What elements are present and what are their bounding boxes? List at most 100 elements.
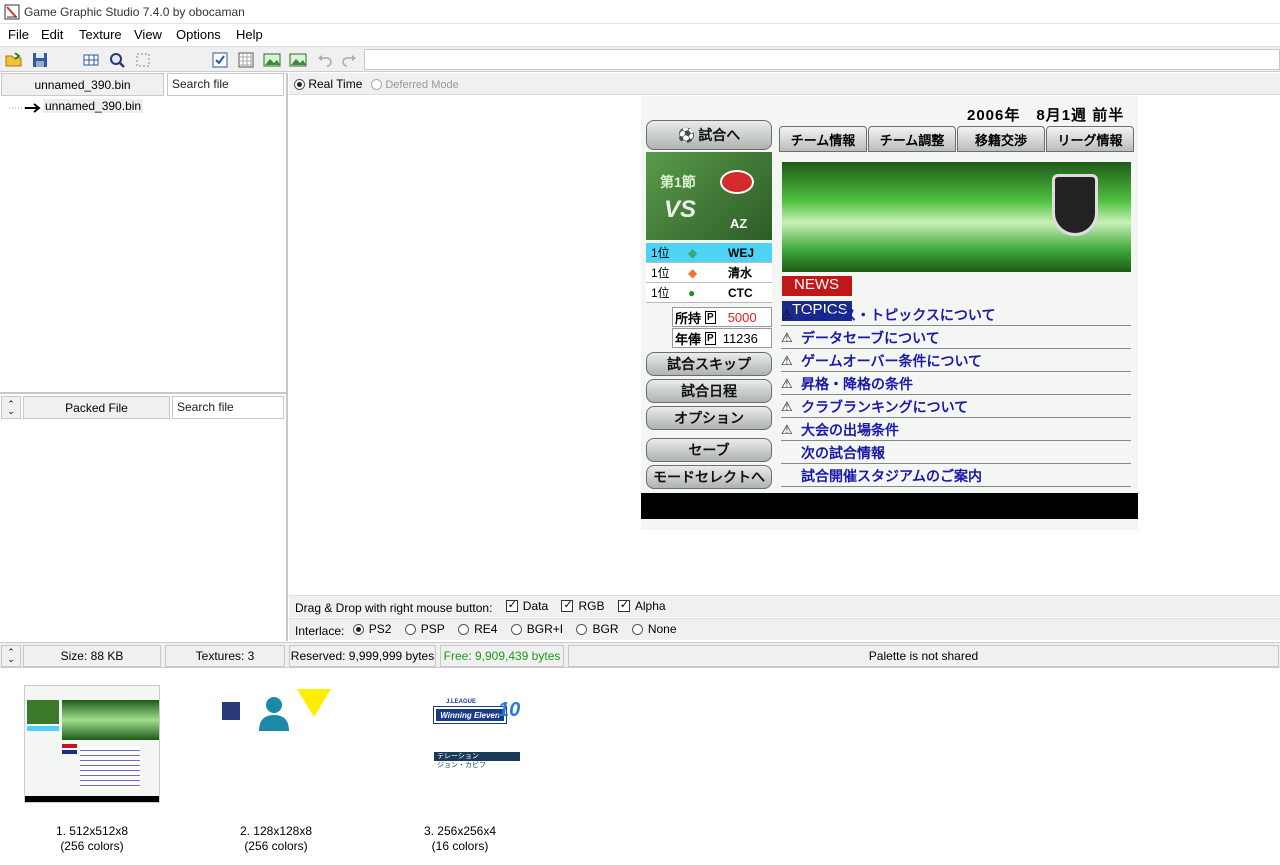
- status-textures: Textures: 3: [165, 645, 285, 667]
- dragdrop-bar: Drag & Drop with right mouse button: Dat…: [289, 595, 1280, 617]
- rank-row: 1位 ◆ 清水: [646, 263, 772, 283]
- search-file-input-bottom[interactable]: Search file: [172, 396, 284, 419]
- image-export-icon[interactable]: [263, 51, 281, 69]
- texture-preview: 2006年 8月1週 前半 ⚽ 試合へ チーム情報 チーム調整 移籍交渉 リーグ情…: [641, 96, 1138, 530]
- menu-options[interactable]: Options: [176, 27, 221, 42]
- collapse-toggle-bottom[interactable]: ⌃ ⌄: [1, 645, 21, 667]
- horizontal-splitter[interactable]: [0, 392, 286, 394]
- game-bottom-bar: [641, 493, 1138, 519]
- status-bar: ⌃ ⌄ Size: 88 KB Textures: 3 Reserved: 9,9…: [0, 642, 1280, 668]
- topic-item: ⚠ ニュース・トピックスについて: [781, 304, 1131, 326]
- render-mode-bar: Real Time Deferred Mode: [289, 73, 1280, 95]
- game-news-label: NEWS: [782, 276, 852, 296]
- open-folder-icon[interactable]: [5, 51, 23, 69]
- interlace-bgr-radio[interactable]: [576, 623, 588, 635]
- texture3-line1: テレーション: [434, 752, 520, 761]
- thumb-caption-3: 3. 256x256x4 (16 colors): [423, 824, 497, 853]
- interlace-re4-label: RE4: [474, 622, 498, 636]
- game-opponent: AZ: [730, 216, 748, 231]
- status-palette: Palette is not shared: [568, 645, 1279, 667]
- realtime-label: Real Time: [308, 77, 363, 91]
- interlace-bgri-radio[interactable]: [510, 623, 522, 635]
- deferred-radio[interactable]: [371, 79, 382, 90]
- game-save-button: セーブ: [646, 438, 772, 462]
- game-tab-league: リーグ情報: [1046, 126, 1134, 152]
- transparency-icon[interactable]: [237, 51, 255, 69]
- rank-row: 1位 ◆ WEJ: [646, 243, 772, 263]
- image-import-icon[interactable]: [289, 51, 307, 69]
- game-mode-select-button: モードセレクトへ: [646, 465, 772, 489]
- club-banner-image: [782, 162, 1131, 272]
- toolbar-text-field[interactable]: [364, 49, 1280, 70]
- fit-frame-icon[interactable]: [134, 51, 152, 69]
- interlace-psp-label: PSP: [420, 622, 445, 636]
- topic-item: ⚠ 大会の出場条件: [781, 419, 1131, 441]
- deferred-label: Deferred Mode: [385, 79, 459, 91]
- grid-view-icon[interactable]: [82, 51, 100, 69]
- file-tab[interactable]: unnamed_390.bin: [1, 73, 164, 96]
- tree-item-file[interactable]: unnamed_390.bin: [43, 99, 144, 113]
- topic-item: ⚠ データセーブについて: [781, 327, 1131, 349]
- interlace-bgr-label: BGR: [592, 622, 619, 636]
- texture-thumb-3-text: テレーション ジョン・カビフ: [434, 752, 520, 772]
- texture-thumb-1[interactable]: [24, 685, 160, 803]
- alpha-label: Alpha: [634, 599, 666, 613]
- file-tab-label: unnamed_390.bin: [34, 77, 131, 92]
- brand-number: 10: [498, 699, 521, 721]
- data-label: Data: [522, 599, 549, 613]
- game-matchday: 第1節: [660, 174, 696, 190]
- status-reserved: Reserved: 9,999,999 bytes: [289, 645, 436, 667]
- zoom-icon[interactable]: [108, 51, 126, 69]
- interlace-bgri-label: BGR+I: [526, 622, 564, 636]
- game-date: 2006年 8月1週 前半: [967, 107, 1125, 124]
- game-salary: 年俸 P 11236: [672, 328, 772, 348]
- interlace-none-radio[interactable]: [631, 623, 643, 635]
- menu-file[interactable]: File: [8, 27, 29, 42]
- vertical-splitter[interactable]: [286, 73, 288, 641]
- interlace-re4-radio[interactable]: [458, 623, 470, 635]
- triangle-icon[interactable]: [297, 689, 331, 717]
- texture3-line2: ジョン・カビフ: [434, 761, 520, 770]
- alpha-checkbox[interactable]: [617, 598, 630, 612]
- game-tab-team-adjust: チーム調整: [868, 126, 956, 152]
- game-match-card: 第1節 VS AZ: [646, 152, 772, 240]
- check-icon[interactable]: [211, 51, 229, 69]
- tree-arrow-icon: [9, 103, 41, 113]
- search-file-input-top[interactable]: Search file: [167, 73, 284, 96]
- game-option-button: オプション: [646, 406, 772, 430]
- topic-item: ⚠ 昇格・降格の条件: [781, 373, 1131, 395]
- game-skip-button: 試合スキップ: [646, 352, 772, 376]
- toolbar: [0, 46, 1280, 72]
- club-crest-icon: [1052, 174, 1098, 236]
- game-schedule-button: 試合日程: [646, 379, 772, 403]
- undo-icon[interactable]: [315, 51, 333, 69]
- interlace-ps2-radio[interactable]: [352, 623, 364, 635]
- interlace-psp-radio[interactable]: [404, 623, 416, 635]
- texture-thumb-square[interactable]: [222, 702, 240, 720]
- realtime-radio[interactable]: [294, 79, 305, 90]
- thumb-caption-2: 2. 128x128x8 (256 colors): [239, 824, 313, 853]
- interlace-label: Interlace:: [295, 623, 345, 638]
- status-free: Free: 9,909,439 bytes: [440, 645, 564, 667]
- save-icon[interactable]: [31, 51, 49, 69]
- topic-item: 試合開催スタジアムのご案内: [781, 465, 1131, 487]
- collapse-toggle-top[interactable]: ⌃ ⌄: [1, 396, 21, 419]
- user-icon[interactable]: [258, 695, 290, 731]
- rgb-checkbox[interactable]: [561, 598, 574, 612]
- menu-texture[interactable]: Texture: [79, 27, 122, 42]
- menu-view[interactable]: View: [134, 27, 162, 42]
- menu-help[interactable]: Help: [236, 27, 263, 42]
- redo-icon[interactable]: [341, 51, 359, 69]
- topic-item: ⚠ ゲームオーバー条件について: [781, 350, 1131, 372]
- thumb-caption-1: 1. 512x512x8 (256 colors): [55, 824, 129, 853]
- winning-eleven-logo[interactable]: Winning Eleven J.LEAGUE 10: [433, 699, 521, 729]
- dragdrop-label: Drag & Drop with right mouse button:: [295, 601, 493, 615]
- texture-strip: Winning Eleven J.LEAGUE 10 テレーション ジョン・カビ…: [0, 669, 1280, 865]
- topic-item: 次の試合情報: [781, 442, 1131, 464]
- menu-edit[interactable]: Edit: [41, 27, 63, 42]
- status-size: Size: 88 KB: [23, 645, 161, 667]
- window-title: Game Graphic Studio 7.4.0 by obocaman: [24, 5, 245, 19]
- packed-file-tab[interactable]: Packed File: [23, 396, 170, 419]
- data-checkbox[interactable]: [505, 598, 518, 612]
- menu-bar: File Edit Texture View Options Help: [0, 24, 1280, 45]
